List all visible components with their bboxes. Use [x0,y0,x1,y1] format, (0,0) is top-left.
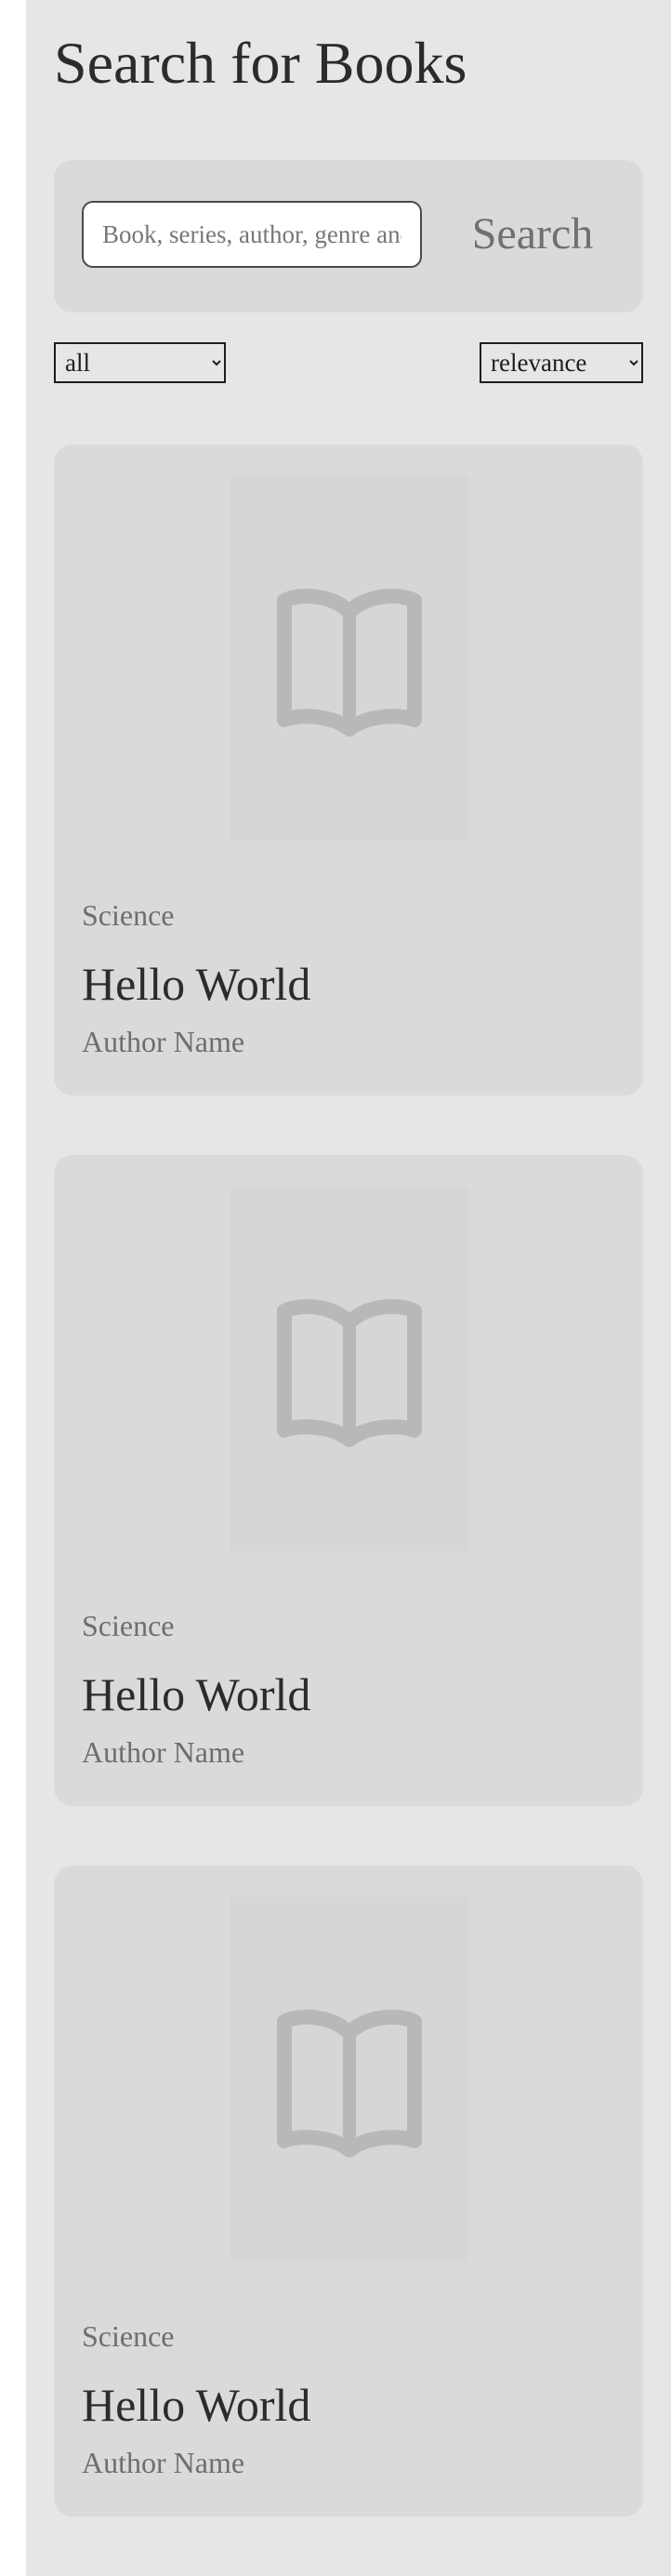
book-card[interactable]: Science Hello World Author Name [54,1866,643,2516]
book-genre: Science [82,2319,175,2353]
search-panel: Search [54,160,643,312]
book-title: Hello World [82,2379,311,2431]
book-title: Hello World [82,1668,311,1720]
book-author: Author Name [82,1025,245,1058]
page-title: Search for Books [54,30,467,96]
page-container: Search for Books Search all relevance Sc… [26,0,671,2576]
book-card[interactable]: Science Hello World Author Name [54,445,643,1095]
book-card[interactable]: Science Hello World Author Name [54,1155,643,1806]
search-button[interactable]: Search [444,193,621,273]
book-author: Author Name [82,2446,245,2479]
book-open-icon [277,589,422,737]
book-open-icon [277,2010,422,2158]
book-genre: Science [82,898,175,932]
book-author: Author Name [82,1735,245,1769]
book-cover [230,476,468,841]
book-cover [230,1897,468,2262]
book-cover [230,1187,468,1551]
category-select[interactable]: all [54,342,226,383]
book-title: Hello World [82,958,311,1010]
book-open-icon [277,1299,422,1447]
book-genre: Science [82,1609,175,1642]
sort-select[interactable]: relevance [480,342,643,383]
search-input[interactable] [82,201,422,268]
